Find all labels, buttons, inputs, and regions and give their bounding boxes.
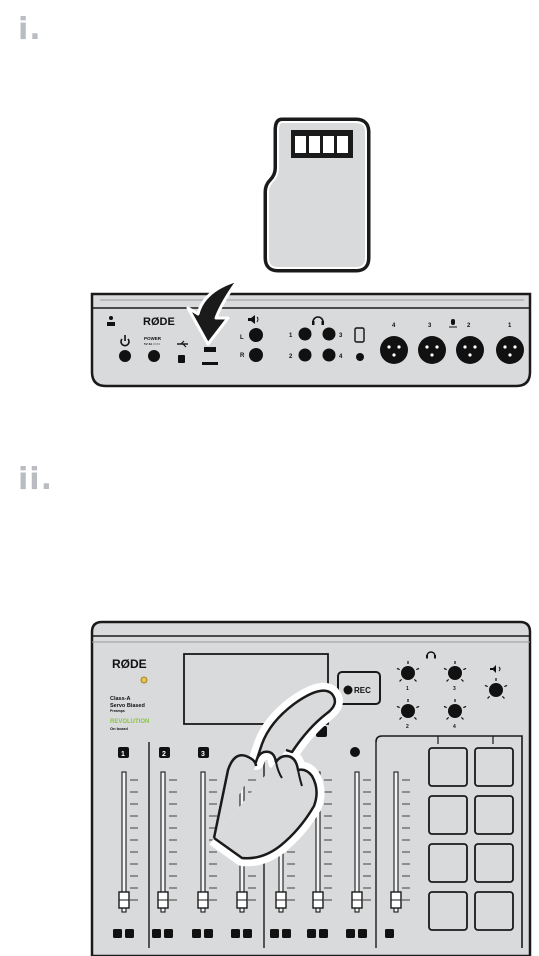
power-button[interactable] xyxy=(119,350,131,362)
knob-label-4: 4 xyxy=(453,724,456,730)
sound-pad[interactable] xyxy=(474,795,514,835)
preamp-label: Preamps xyxy=(110,709,125,713)
fader-track xyxy=(354,771,360,913)
power-label: POWER xyxy=(144,336,162,341)
solo-button[interactable] xyxy=(164,929,173,938)
channel-number-3: 3 xyxy=(201,751,205,758)
illustration: POWER 5V 3A ==== RØDE L R 1 3 2 4 4 3 2 … xyxy=(90,117,532,956)
solo-button[interactable] xyxy=(204,929,213,938)
sound-pad[interactable] xyxy=(428,843,468,883)
hp-knob-4[interactable] xyxy=(448,704,462,718)
revolution-label: REVOLUTION xyxy=(110,719,149,725)
microsd-slot xyxy=(202,362,218,365)
rodecaster-side-panel: POWER 5V 3A ==== RØDE L R 1 3 2 4 4 3 2 … xyxy=(90,292,532,388)
solo-button[interactable] xyxy=(125,929,134,938)
mute-button[interactable] xyxy=(231,929,240,938)
hp-jack-3 xyxy=(322,327,336,341)
speaker-knob[interactable] xyxy=(489,683,503,697)
fader-track xyxy=(121,771,127,913)
speaker-r-label: R xyxy=(240,353,245,359)
on-board-label: On board xyxy=(110,726,128,731)
solo-button[interactable] xyxy=(282,929,291,938)
sound-pad[interactable] xyxy=(474,747,514,787)
sound-pad[interactable] xyxy=(474,843,514,883)
fader-track xyxy=(393,771,399,913)
speaker-l-label: L xyxy=(240,335,244,341)
xlr-input-2 xyxy=(456,336,484,364)
xlr-input-3 xyxy=(418,336,446,364)
hp-knob-2[interactable] xyxy=(401,704,415,718)
hp-knob-1[interactable] xyxy=(401,666,415,680)
power-sub-label: 5V 3A ==== xyxy=(144,342,160,346)
knob-label-2: 2 xyxy=(406,724,409,730)
mute-button[interactable] xyxy=(307,929,316,938)
channel-number-1: 1 xyxy=(121,751,125,758)
status-led xyxy=(140,676,148,684)
rec-dot-icon xyxy=(343,685,353,695)
xlr-input-1 xyxy=(496,336,524,364)
channel-number-2: 2 xyxy=(162,751,166,758)
xlr-input-4 xyxy=(380,336,408,364)
hp-jack-2 xyxy=(298,348,312,362)
class-a-label: Class-A xyxy=(110,696,131,702)
knob-label-1: 1 xyxy=(406,686,409,692)
mute-button[interactable] xyxy=(113,929,122,938)
mute-button[interactable] xyxy=(346,929,355,938)
hp-jack-1 xyxy=(298,327,312,341)
sound-pad[interactable] xyxy=(474,891,514,931)
solo-button[interactable] xyxy=(358,929,367,938)
power-input-jack xyxy=(148,350,160,362)
mute-button[interactable] xyxy=(270,929,279,938)
sound-pad[interactable] xyxy=(428,795,468,835)
microsd-card-icon xyxy=(263,117,371,273)
microsd-label-icon xyxy=(204,347,216,352)
phone-jack xyxy=(356,353,364,361)
fader-track xyxy=(160,771,166,913)
knob-label-3: 3 xyxy=(453,686,456,692)
usb-port xyxy=(178,355,185,363)
sound-pad[interactable] xyxy=(428,891,468,931)
rec-label: REC xyxy=(354,686,371,695)
speaker-r-jack xyxy=(249,348,263,362)
sound-pad[interactable] xyxy=(428,747,468,787)
hp-jack-4 xyxy=(322,348,336,362)
hp-knob-3[interactable] xyxy=(448,666,462,680)
solo-button[interactable] xyxy=(319,929,328,938)
speaker-l-jack xyxy=(249,328,263,342)
mute-button[interactable] xyxy=(152,929,161,938)
fader-track xyxy=(200,771,206,913)
side-brand: RØDE xyxy=(143,316,175,328)
mute-button[interactable] xyxy=(385,929,394,938)
phone-channel-icon xyxy=(350,747,360,757)
solo-button[interactable] xyxy=(243,929,252,938)
mute-button[interactable] xyxy=(192,929,201,938)
top-brand: RØDE xyxy=(112,657,147,671)
